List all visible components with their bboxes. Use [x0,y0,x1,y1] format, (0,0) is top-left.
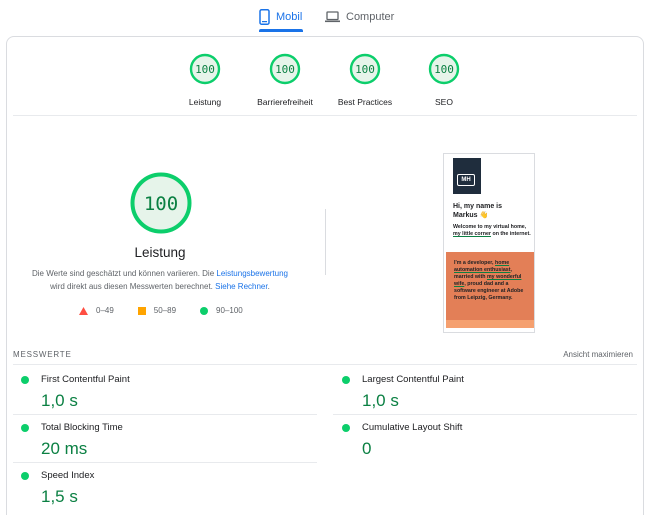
metric-value: 0 [362,439,372,458]
gauge-best-practices[interactable]: 100 Best Practices [320,53,410,107]
report-card: 100 Leistung 100 Barrierefreiheit 100 Be… [6,36,644,515]
preview-text: I'm a developer, [454,260,496,266]
legend-average-range: 50–89 [153,306,177,315]
metric-value: 20 ms [41,439,88,458]
tab-computer-label: Computer [346,11,395,23]
score-value: 100 [195,63,215,76]
category-gauges: 100 Leistung 100 Barrierefreiheit 100 Be… [7,53,643,113]
circle-icon [200,306,209,315]
score-ring: 100 [428,53,460,85]
preview-heading: Hi, my name is Markus 👋 [453,202,533,220]
metric-divider [13,414,317,415]
metric-value: 1,0 s [362,391,399,410]
pass-circle-icon [21,423,29,432]
legend-fail: 0–49 [79,306,114,315]
metric-divider [13,462,317,463]
laptop-icon [325,11,340,23]
score-value: 100 [275,63,295,76]
metric-name: Speed Index [41,470,95,481]
metric-name: First Contentful Paint [41,374,130,385]
gauge-accessibility[interactable]: 100 Barrierefreiheit [240,53,330,107]
score-value: 100 [355,63,375,76]
tab-mobile-label: Mobil [276,11,303,23]
performance-score-value: 100 [144,193,178,215]
tab-mobile[interactable]: Mobil [259,4,304,32]
score-ring: 100 [189,53,221,85]
preview-bio-block: I'm a developer, home automation enthusi… [446,252,534,328]
desc-text: Die Werte sind geschätzt und können vari… [31,269,217,278]
metric-lcp: Largest Contentful Paint 1,0 s [342,374,632,411]
tab-computer[interactable]: Computer [325,4,395,30]
active-tab-indicator [259,29,303,32]
vertical-divider [325,209,326,275]
metric-speed-index: Speed Index 1,5 s [21,470,311,507]
metric-name: Total Blocking Time [41,422,123,433]
pass-circle-icon [342,375,350,384]
score-ring: 100 [269,53,301,85]
gauge-label: Leistung [188,97,222,107]
metric-fcp: First Contentful Paint 1,0 s [21,374,311,411]
expand-view-toggle[interactable]: Ansicht maximieren [563,350,633,359]
gauge-label: Barrierefreiheit [257,97,313,107]
pass-circle-icon [342,423,350,432]
desc-text: . [267,282,270,291]
preview-text: , proud dad and a software engineer at A… [454,281,524,301]
preview-heading-line1: Hi, my name is [453,203,503,210]
pass-circle-icon [21,471,29,480]
gauge-seo[interactable]: 100 SEO [399,53,489,107]
preview-text: Welcome to my virtual home, [453,224,527,230]
legend-pass: 90–100 [200,306,243,315]
link-calculator[interactable]: Siehe Rechner [215,282,267,291]
metric-cls: Cumulative Layout Shift 0 [342,422,632,459]
desc-text: wird direkt aus diesen Messwerten berech… [50,282,216,291]
gauge-label: Best Practices [337,97,393,107]
metric-name: Largest Contentful Paint [362,374,464,385]
performance-score-gauge: 100 [130,172,192,234]
metric-divider [333,414,637,415]
link-performance-scoring[interactable]: Leistungsbewertung [216,269,288,278]
preview-bio-strip [446,320,534,328]
metric-value: 1,5 s [41,487,78,506]
metrics-section-label: MESSWERTE [13,350,72,359]
pass-circle-icon [21,375,29,384]
section-divider [13,115,637,116]
score-value: 100 [434,63,454,76]
metric-tbt: Total Blocking Time 20 ms [21,422,311,459]
metrics-divider [13,364,637,365]
page-screenshot-preview: MH Hi, my name is Markus 👋 Welcome to my… [443,153,535,333]
score-legend: 0–49 50–89 90–100 [79,306,267,315]
legend-average: 50–89 [137,306,177,315]
device-tabs: Mobil Computer [0,0,650,32]
legend-fail-range: 0–49 [96,306,114,315]
preview-heading-line2: Markus 👋 [453,212,489,219]
site-logo: MH [453,158,481,194]
preview-text: on the internet. [490,231,531,237]
preview-welcome-text: Welcome to my virtual home, my little co… [453,224,533,238]
triangle-icon [79,306,88,315]
metric-name: Cumulative Layout Shift [362,422,463,433]
performance-title: Leistung [134,245,186,260]
metric-value: 1,0 s [41,391,78,410]
legend-pass-range: 90–100 [216,306,243,315]
smartphone-icon [259,9,270,25]
square-icon [137,306,146,315]
score-ring: 100 [349,53,381,85]
gauge-label: SEO [435,97,453,107]
gauge-performance[interactable]: 100 Leistung [160,53,250,107]
performance-description: Die Werte sind geschätzt und können vari… [7,267,313,293]
preview-link: my little corner [453,231,491,237]
logo-text: MH [457,174,475,186]
